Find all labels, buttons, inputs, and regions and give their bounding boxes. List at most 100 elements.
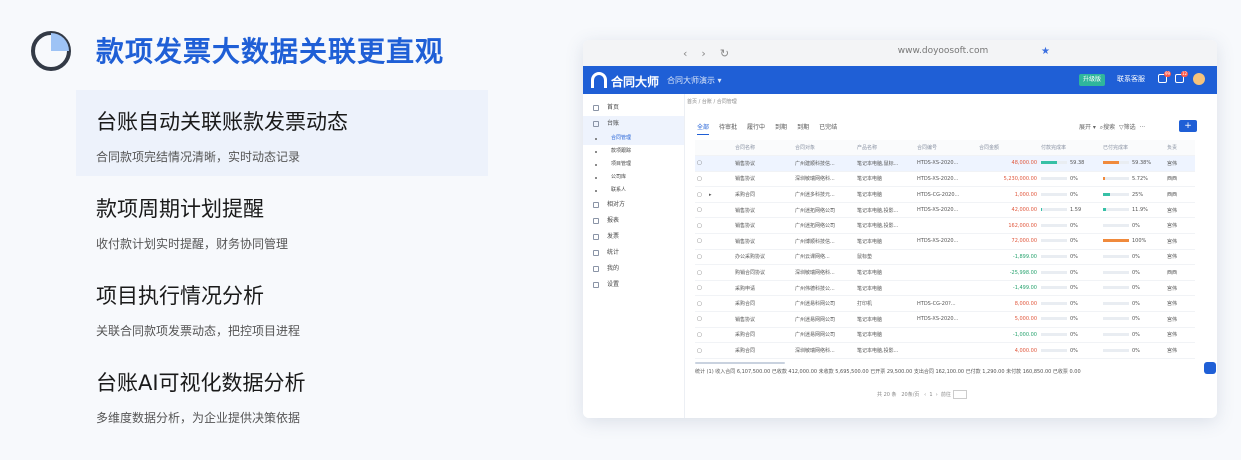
contract-name[interactable]: 销售协议 bbox=[733, 233, 793, 250]
filter-button[interactable]: 筛选 bbox=[1124, 124, 1136, 131]
row-expand[interactable] bbox=[707, 327, 733, 344]
address-bar[interactable]: www.doyoosoft.com bbox=[823, 46, 1063, 60]
table-row[interactable]: ▢ ▸ 采购合同 广州迷多科技元... 笔记本电脑 HTDS-CG-2020..… bbox=[695, 186, 1195, 203]
goto-page-input[interactable] bbox=[952, 390, 967, 399]
forward-icon[interactable]: › bbox=[701, 47, 705, 60]
sidebar-item[interactable]: 统计 bbox=[583, 245, 684, 261]
row-expand[interactable] bbox=[707, 342, 733, 359]
sidebar-item[interactable]: 发票 bbox=[583, 229, 684, 245]
column-header[interactable]: 产品名称 bbox=[855, 140, 915, 157]
next-page-icon[interactable]: › bbox=[936, 392, 938, 398]
row-checkbox[interactable]: ▢ bbox=[695, 202, 707, 219]
table-row[interactable]: ▢ 销售协议 深圳敏瑞网络科... 笔记本电脑 HTDS-XS-2020... … bbox=[695, 171, 1195, 188]
sidebar-item[interactable]: 台账 bbox=[583, 116, 684, 132]
row-checkbox[interactable]: ▢ bbox=[695, 249, 707, 266]
contract-name[interactable]: 购销合同协议 bbox=[733, 264, 793, 281]
feature-item[interactable]: 台账自动关联账款发票动态 合同款项完结情况清晰，实时动态记录 bbox=[76, 90, 488, 176]
page-size-select[interactable]: 20条/页 bbox=[901, 392, 919, 398]
feature-item[interactable]: 项目执行情况分析 关联合同款项发票动态，把控项目进程 bbox=[76, 264, 488, 350]
contract-name[interactable]: 销售协议 bbox=[733, 311, 793, 328]
sidebar-item[interactable]: 合同管理 bbox=[583, 132, 684, 145]
table-row[interactable]: ▢ 购销合同协议 深圳敏瑞网络科... 笔记本电脑 -25,998.00 0% … bbox=[695, 264, 1195, 281]
row-expand[interactable] bbox=[707, 295, 733, 313]
table-row[interactable]: ▢ 销售协议 广州迷拓网络公司 笔记本电脑,投影... 162,000.00 0… bbox=[695, 217, 1195, 235]
more-icon[interactable]: ··· bbox=[1139, 124, 1145, 131]
row-checkbox[interactable]: ▢ bbox=[695, 342, 707, 359]
table-row[interactable]: ▢ 销售协议 广州迷拓网络公司 笔记本电脑,投影... HTDS-XS-2020… bbox=[695, 202, 1195, 219]
row-expand[interactable] bbox=[707, 280, 733, 297]
row-checkbox[interactable]: ▢ bbox=[695, 155, 707, 172]
table-row[interactable]: ▢ 采购合同 广州迷易网网公司 笔记本电脑 -1,000.00 0% 0% 宫伟 bbox=[695, 327, 1195, 344]
message-icon[interactable]: 99 bbox=[1158, 71, 1171, 83]
column-header[interactable]: 负责 bbox=[1165, 140, 1195, 157]
tab[interactable]: 全部 bbox=[697, 122, 710, 135]
feature-item[interactable]: 款项周期计划提醒 收付款计划实时提醒，财务协同管理 bbox=[76, 177, 488, 263]
horizontal-scrollbar[interactable] bbox=[695, 362, 785, 364]
expand-dropdown[interactable]: 展开 ▾ bbox=[1079, 124, 1096, 131]
row-checkbox[interactable]: ▢ bbox=[695, 171, 707, 188]
table-row[interactable]: ▢ 销售协议 广州迷易网网公司 笔记本电脑 HTDS-XS-2020... 5,… bbox=[695, 311, 1195, 328]
back-icon[interactable]: ‹ bbox=[683, 47, 687, 60]
contract-name[interactable]: 采购合同 bbox=[733, 342, 793, 359]
column-header[interactable] bbox=[695, 140, 707, 157]
contract-name[interactable]: 销售协议 bbox=[733, 171, 793, 188]
contract-name[interactable]: 采购合同 bbox=[733, 295, 793, 313]
contract-name[interactable]: 采购合同 bbox=[733, 327, 793, 344]
floating-help-button[interactable] bbox=[1204, 362, 1216, 374]
row-checkbox[interactable]: ▢ bbox=[695, 233, 707, 250]
table-row[interactable]: ▢ 销售协议 广州博顺科技信... 笔记本电脑 HTDS-XS-2020... … bbox=[695, 233, 1195, 250]
sidebar-item[interactable]: 设置 bbox=[583, 277, 684, 293]
row-expand[interactable]: ▸ bbox=[707, 186, 733, 203]
tab[interactable]: 履行中 bbox=[747, 122, 765, 135]
sidebar-item[interactable]: 首页 bbox=[583, 100, 684, 116]
column-header[interactable]: 合同对象 bbox=[793, 140, 855, 157]
table-row[interactable]: ▢ 采购合同 深圳敏瑞网络科... 笔记本电脑,投影... 4,000.00 0… bbox=[695, 342, 1195, 359]
row-expand[interactable] bbox=[707, 217, 733, 235]
row-checkbox[interactable]: ▢ bbox=[695, 186, 707, 203]
sidebar-item[interactable]: 项目管理 bbox=[583, 158, 684, 171]
table-row[interactable]: ▢ 办公采购协议 广州云课网络... 鼠标垫 -1,899.00 0% 0% 宫… bbox=[695, 249, 1195, 266]
sidebar-item[interactable]: 公司库 bbox=[583, 171, 684, 184]
row-checkbox[interactable]: ▢ bbox=[695, 295, 707, 313]
table-row[interactable]: ▢ 销售协议 广州建顺科技信... 笔记本电脑,鼠标... HTDS-XS-20… bbox=[695, 155, 1195, 172]
row-expand[interactable] bbox=[707, 249, 733, 266]
column-header[interactable]: 付款完成率 bbox=[1039, 140, 1101, 157]
notification-icon[interactable]: 12 bbox=[1175, 71, 1188, 83]
tab[interactable]: 已完结 bbox=[819, 122, 837, 135]
tenant-selector[interactable]: 合同大师演示 ▾ bbox=[667, 75, 722, 86]
column-header[interactable]: 合同名称 bbox=[733, 140, 793, 157]
row-checkbox[interactable]: ▢ bbox=[695, 327, 707, 344]
column-header[interactable] bbox=[707, 140, 733, 157]
contract-name[interactable]: 办公采购协议 bbox=[733, 249, 793, 266]
tab[interactable]: 到期 bbox=[775, 122, 787, 135]
tab[interactable]: 待审批 bbox=[719, 122, 737, 135]
bookmark-star-icon[interactable]: ★ bbox=[1041, 46, 1050, 57]
tab[interactable]: 到期 bbox=[797, 122, 809, 135]
prev-page-icon[interactable]: ‹ bbox=[924, 392, 926, 398]
current-page[interactable]: 1 bbox=[929, 392, 932, 398]
row-checkbox[interactable]: ▢ bbox=[695, 217, 707, 235]
contract-name[interactable]: 采购合同 bbox=[733, 186, 793, 203]
row-expand[interactable] bbox=[707, 264, 733, 281]
upgrade-button[interactable]: 升级版 bbox=[1079, 74, 1105, 86]
contract-name[interactable]: 采购申请 bbox=[733, 280, 793, 297]
row-expand[interactable] bbox=[707, 233, 733, 250]
avatar[interactable] bbox=[1193, 73, 1205, 85]
column-header[interactable]: 合同编号 bbox=[915, 140, 977, 157]
row-expand[interactable] bbox=[707, 155, 733, 172]
contract-name[interactable]: 销售协议 bbox=[733, 155, 793, 172]
search-button[interactable]: 搜索 bbox=[1103, 124, 1115, 131]
row-expand[interactable] bbox=[707, 311, 733, 328]
add-button[interactable]: + bbox=[1179, 120, 1197, 132]
feature-item[interactable]: 台账AI可视化数据分析 多维度数据分析，为企业提供决策依据 bbox=[76, 351, 488, 437]
contract-name[interactable]: 销售协议 bbox=[733, 202, 793, 219]
row-checkbox[interactable]: ▢ bbox=[695, 264, 707, 281]
customer-service-link[interactable]: 联系客服 bbox=[1117, 74, 1145, 84]
row-expand[interactable] bbox=[707, 202, 733, 219]
reload-icon[interactable]: ↻ bbox=[720, 47, 729, 60]
sidebar-item[interactable]: 我的 bbox=[583, 261, 684, 277]
contract-name[interactable]: 销售协议 bbox=[733, 217, 793, 235]
sidebar-item[interactable]: 报表 bbox=[583, 213, 684, 229]
sidebar-item[interactable]: 联系人 bbox=[583, 184, 684, 197]
column-header[interactable]: 已付完成率 bbox=[1101, 140, 1165, 157]
